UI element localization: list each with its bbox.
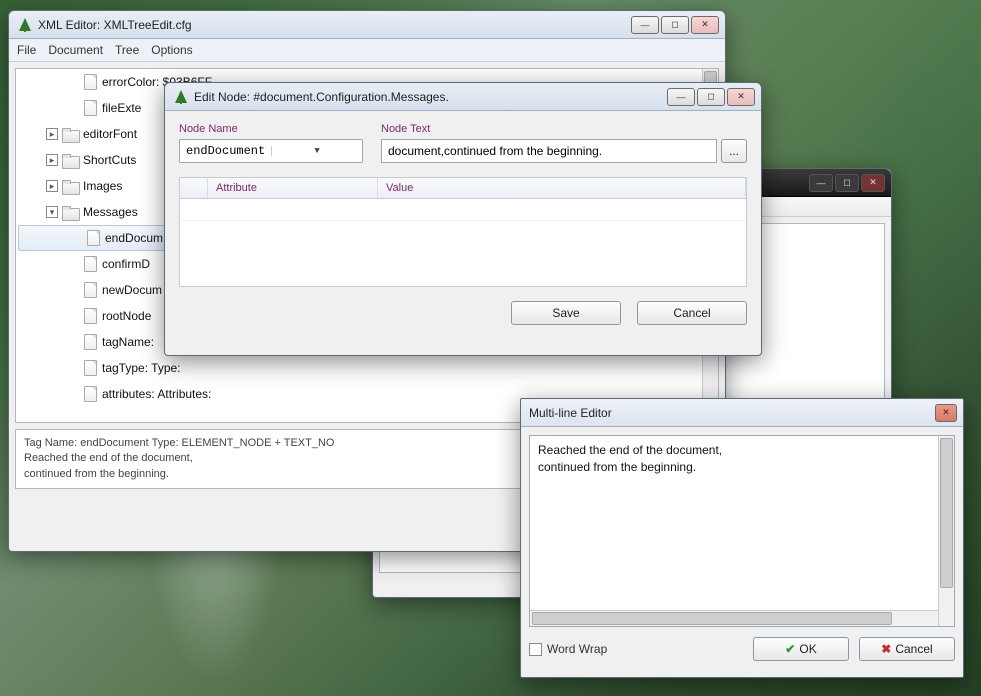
attributes-table-body[interactable]	[179, 199, 747, 287]
node-text-value: document,continued from the beginning.	[388, 144, 602, 158]
bg-minimize-button[interactable]: ―	[809, 174, 833, 192]
page-icon	[84, 256, 97, 272]
edit-node-dialog: Edit Node: #document.Configuration.Messa…	[164, 82, 762, 356]
tree-leaf-node[interactable]: tagType: Type:	[16, 355, 718, 381]
multiline-text-line-2: continued from the beginning.	[538, 459, 946, 476]
edit-node-titlebar[interactable]: Edit Node: #document.Configuration.Messa…	[165, 83, 761, 111]
multiline-hscrollbar[interactable]	[530, 610, 938, 626]
menu-file[interactable]: File	[17, 43, 36, 57]
node-text-label: Node Text	[381, 123, 747, 135]
tree-node-label: endDocum	[105, 231, 163, 245]
page-icon	[84, 100, 97, 116]
edit-node-title: Edit Node: #document.Configuration.Messa…	[194, 90, 667, 104]
folder-icon	[62, 180, 78, 193]
attributes-table-header: Attribute Value	[179, 177, 747, 199]
tree-node-label: ShortCuts	[83, 153, 136, 167]
expand-icon[interactable]: ▸	[46, 154, 58, 166]
bg-maximize-button[interactable]: ◻	[835, 174, 859, 192]
tree-node-label: tagName:	[102, 335, 154, 349]
tree-node-label: attributes: Attributes:	[102, 387, 211, 401]
wordwrap-label: Word Wrap	[547, 642, 607, 656]
menu-tree[interactable]: Tree	[115, 43, 139, 57]
page-icon	[84, 334, 97, 350]
tree-node-label: fileExte	[102, 101, 141, 115]
wordwrap-checkbox[interactable]: Word Wrap	[529, 642, 607, 656]
multiline-editor-dialog: Multi-line Editor ✕ Reached the end of t…	[520, 398, 964, 678]
save-button[interactable]: Save	[511, 301, 621, 325]
page-icon	[84, 386, 97, 402]
multiline-cancel-button[interactable]: ✖ Cancel	[859, 637, 955, 661]
page-icon	[84, 360, 97, 376]
menu-options[interactable]: Options	[151, 43, 192, 57]
node-name-combobox[interactable]: endDocument ▼	[179, 139, 363, 163]
tree-node-label: Images	[83, 179, 122, 193]
main-menubar: File Document Tree Options	[9, 39, 725, 62]
expand-icon[interactable]: ▸	[46, 128, 58, 140]
main-close-button[interactable]: ✕	[691, 16, 719, 34]
tree-node-label: newDocum	[102, 283, 162, 297]
col-attribute: Attribute	[208, 178, 378, 198]
node-text-expand-button[interactable]: ...	[721, 139, 747, 163]
tree-node-label: confirmD	[102, 257, 150, 271]
main-maximize-button[interactable]: ◻	[661, 16, 689, 34]
app-tree-icon	[17, 17, 33, 33]
edit-node-maximize-button[interactable]: ◻	[697, 88, 725, 106]
collapse-icon[interactable]: ▾	[46, 206, 58, 218]
multiline-textarea[interactable]: Reached the end of the document, continu…	[529, 435, 955, 627]
tree-node-label: editorFont	[83, 127, 137, 141]
bg-close-button[interactable]: ✕	[861, 174, 885, 192]
node-name-value: endDocument	[180, 144, 271, 158]
edit-node-close-button[interactable]: ✕	[727, 88, 755, 106]
table-row[interactable]	[180, 199, 746, 221]
page-icon	[84, 74, 97, 90]
multiline-title: Multi-line Editor	[529, 406, 935, 420]
multiline-vscrollbar[interactable]	[938, 436, 954, 626]
main-titlebar[interactable]: XML Editor: XMLTreeEdit.cfg ― ◻ ✕	[9, 11, 725, 39]
chevron-down-icon[interactable]: ▼	[271, 146, 362, 156]
tree-node-label: tagType: Type:	[102, 361, 181, 375]
check-icon: ✔	[785, 642, 795, 656]
node-text-input[interactable]: document,continued from the beginning.	[381, 139, 717, 163]
menu-document[interactable]: Document	[48, 43, 103, 57]
ok-button[interactable]: ✔ OK	[753, 637, 849, 661]
checkbox-icon	[529, 643, 542, 656]
ellipsis-icon: ...	[729, 144, 739, 158]
x-icon: ✖	[881, 642, 891, 656]
expand-icon[interactable]: ▸	[46, 180, 58, 192]
folder-icon	[62, 206, 78, 219]
col-value: Value	[378, 178, 746, 198]
node-name-label: Node Name	[179, 123, 363, 135]
main-title: XML Editor: XMLTreeEdit.cfg	[38, 18, 631, 32]
edit-node-minimize-button[interactable]: ―	[667, 88, 695, 106]
multiline-text-line-1: Reached the end of the document,	[538, 442, 946, 459]
cancel-button[interactable]: Cancel	[637, 301, 747, 325]
main-minimize-button[interactable]: ―	[631, 16, 659, 34]
folder-icon	[62, 154, 78, 167]
page-icon	[87, 230, 100, 246]
multiline-close-button[interactable]: ✕	[935, 404, 957, 422]
edit-node-tree-icon	[173, 89, 189, 105]
multiline-titlebar[interactable]: Multi-line Editor ✕	[521, 399, 963, 427]
page-icon	[84, 308, 97, 324]
tree-node-label: Messages	[83, 205, 138, 219]
page-icon	[84, 282, 97, 298]
folder-icon	[62, 128, 78, 141]
tree-node-label: rootNode	[102, 309, 151, 323]
